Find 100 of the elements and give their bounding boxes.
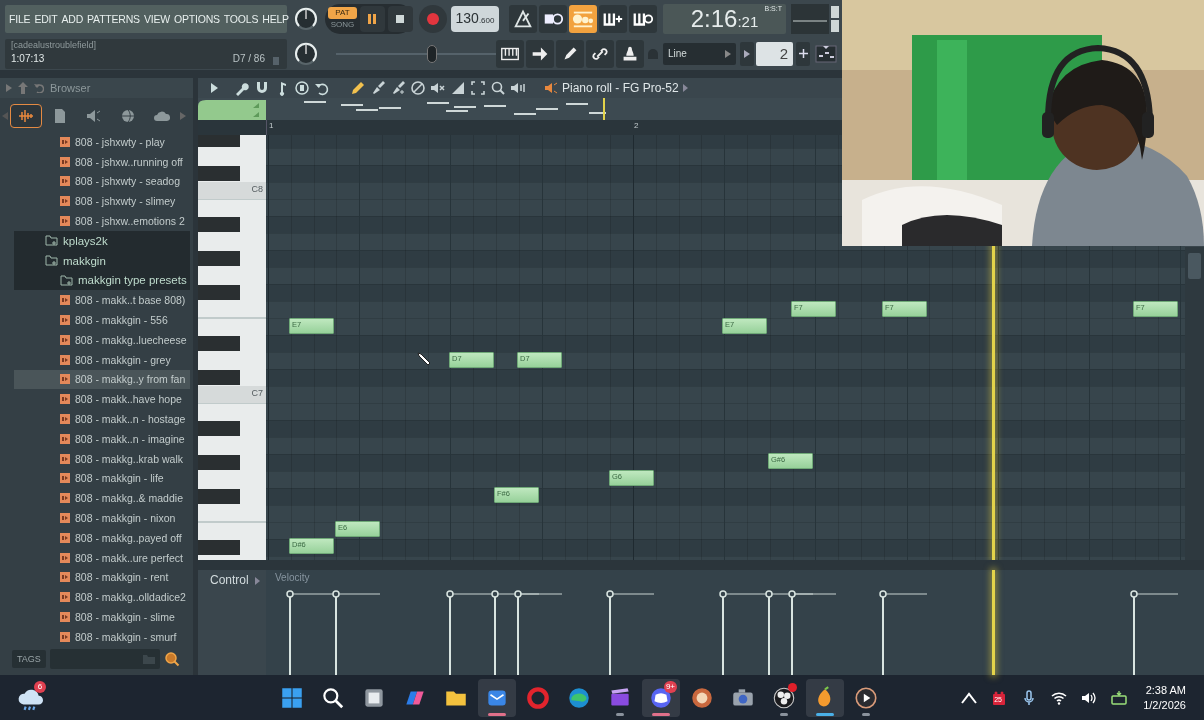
browser-item[interactable]: 808 - jshxwty - slimey [14,191,190,212]
pencil-button[interactable] [556,39,584,68]
step-field[interactable]: 2 [756,41,793,66]
pattern-icon[interactable] [815,42,837,65]
browser-item[interactable]: 808 - makkg..& maddie [14,488,190,509]
menu-item[interactable]: VIEW [143,12,170,25]
wait-button[interactable] [539,4,567,33]
browser-item[interactable]: 808 - jshxwty - seadog [14,171,190,192]
velocity-bar[interactable] [788,590,837,675]
playback-icon[interactable] [510,80,526,96]
cpu-meter-drawing [791,3,839,34]
magnet-icon[interactable] [254,80,270,96]
zoom-icon[interactable] [490,80,506,96]
velocity-bar[interactable] [879,590,928,675]
browser-item[interactable]: 808 - jshxw..running off [14,151,190,172]
arrow-button[interactable] [526,39,554,68]
browser-item[interactable]: 808 - makk..t base 808) [14,290,190,311]
browser-tab[interactable] [10,104,42,128]
slider-thumb[interactable] [427,44,437,63]
wrench-icon[interactable] [234,80,250,96]
preset-icon [60,453,70,464]
browser-item[interactable]: 808 - makkgin - rent [14,567,190,588]
browser-item[interactable]: 808 - makkgin - grey [14,349,190,370]
pitch-knob[interactable] [293,40,319,67]
mute-icon[interactable] [430,80,446,96]
browser-item[interactable]: 808 - makkgin - nixon [14,508,190,528]
expand-arrow-icon[interactable] [254,577,260,585]
browser-item[interactable]: makkgin type presets [14,270,190,291]
velocity-bar[interactable] [332,590,381,675]
browser-item[interactable]: 808 - makkg..krab walk [14,448,190,469]
record-button[interactable] [419,4,447,33]
keyboard-button[interactable] [496,39,524,68]
browser-item[interactable]: 808 - makkgin - 556 [14,310,190,330]
folder-icon [60,274,73,286]
pencil-icon[interactable] [350,80,366,96]
taskbar-button[interactable]: 9+ [642,678,680,717]
expand-arrow-icon[interactable] [682,84,688,92]
browser-item[interactable]: 808 - makkgin - slime [14,607,190,627]
menu-item[interactable]: HELP [262,12,289,25]
brush-icon[interactable] [370,80,386,96]
loop-record-button[interactable] [629,4,657,33]
brush-icon[interactable] [390,80,406,96]
menu-item[interactable]: PATTERNS [87,12,140,25]
velocity-bar[interactable] [606,590,655,675]
select-icon[interactable] [470,80,486,96]
volume-knob[interactable] [293,5,319,32]
menu-item[interactable]: ADD [61,12,84,25]
search-icon[interactable] [163,651,180,667]
step-edit-button[interactable] [599,4,627,33]
velocity-bar[interactable] [1130,590,1179,675]
browser-item[interactable]: 808 - jshxw..emotions 2 [14,211,190,231]
browser-item[interactable]: 808 - makkg..olldadice2 [14,587,190,608]
preset-icon [60,631,70,642]
slice-icon[interactable] [450,80,466,96]
taskbar-button[interactable] [806,678,844,717]
browser-item[interactable]: 808 - makk..have hope [14,389,190,410]
mode-tab[interactable]: SONG [328,18,357,31]
delete-icon[interactable] [410,80,426,96]
dropdown-arrow-icon [725,49,731,58]
velocity-bar[interactable] [719,590,768,675]
velocity-bar[interactable] [286,590,335,675]
stamp-button[interactable] [616,39,644,68]
link-button[interactable] [586,39,614,68]
menu-item[interactable]: OPTIONS [174,12,220,25]
pause-button[interactable] [359,5,385,32]
taskbar-button[interactable]: 6 [11,678,49,717]
piano-keyboard-drawing[interactable] [198,135,266,560]
pitch-slider[interactable] [336,43,496,64]
add-button[interactable] [796,41,810,66]
metronome-button[interactable] [509,4,537,33]
browser-item[interactable]: makkgin [14,250,190,271]
preset-icon [60,473,70,484]
mode-tab[interactable]: PAT [328,6,357,19]
browser-item[interactable]: 808 - makkg..luecheese [14,329,190,350]
tempo-display[interactable]: 130.600 [451,5,499,32]
browser-item[interactable]: 808 - makkg..y from fan [14,369,190,390]
scrollbar[interactable] [1185,247,1204,560]
clock-date[interactable]: 1/2/2026 [1143,699,1186,711]
taskbar-button[interactable] [478,678,516,717]
browser-item[interactable]: 808 - makkgin - life [14,468,190,489]
browser-item[interactable]: 808 - makk..ure perfect [14,547,190,568]
speaker-icon[interactable] [544,81,558,95]
browser-item[interactable]: 808 - makkg..payed off [14,527,190,548]
browser-item[interactable]: 808 - jshxwty - play [14,132,190,152]
browser-item[interactable]: 808 - makkgin - smurf [14,626,190,647]
countdown-button[interactable] [569,4,597,33]
menu-item[interactable]: TOOLS [223,12,259,25]
stamp-icon[interactable] [294,80,310,96]
browser-item[interactable]: kplays2k [14,231,190,251]
preset-icon [60,592,70,603]
clock-time[interactable]: 2:38 AM [1145,684,1186,696]
velocity-bar[interactable] [514,590,563,675]
browser-item[interactable]: 808 - makk..n - imagine [14,428,190,449]
browser-item[interactable]: 808 - makk..n - hostage [14,409,190,429]
tags-field[interactable] [49,649,160,669]
menu-item[interactable]: FILE [9,12,31,25]
snap-dropdown[interactable]: Line [663,42,736,65]
arrow-button[interactable] [740,41,754,66]
stop-button[interactable] [387,5,413,32]
menu-item[interactable]: EDIT [34,12,58,25]
